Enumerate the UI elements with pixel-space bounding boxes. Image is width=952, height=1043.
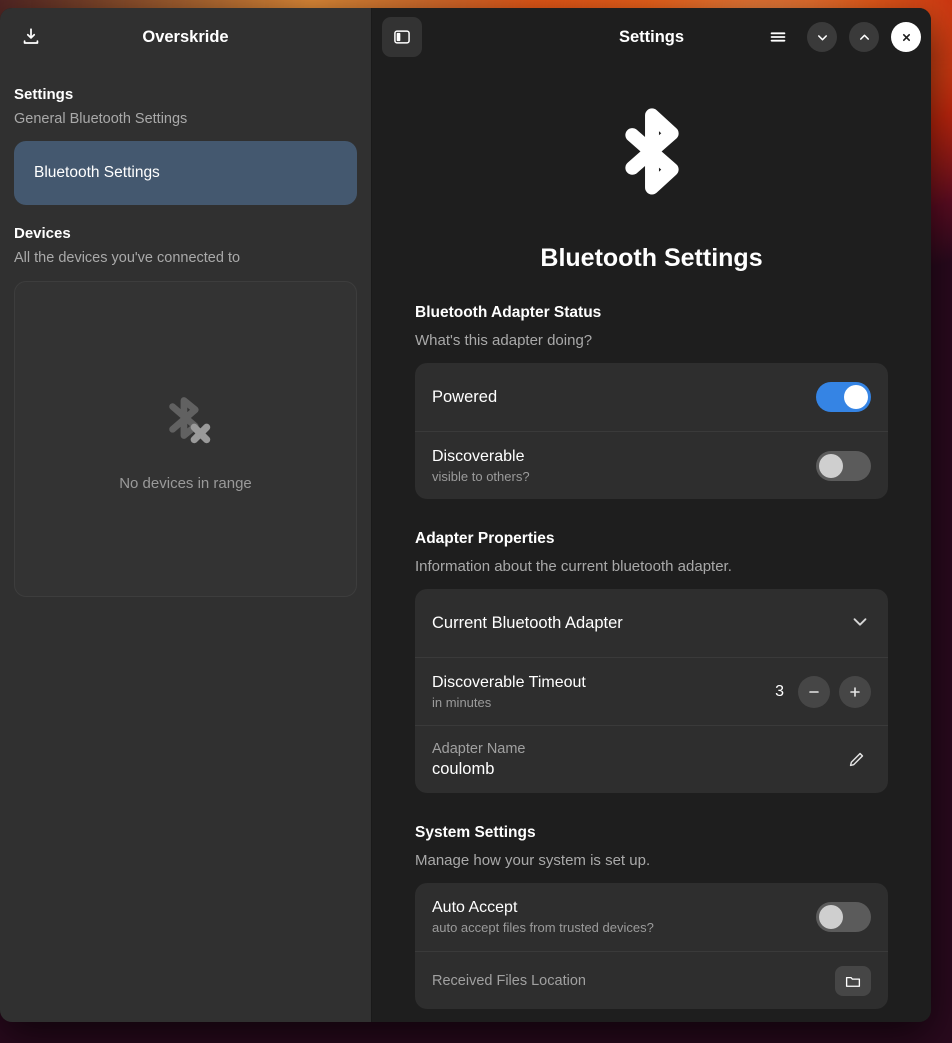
row-adapter-name-label: Adapter Name	[432, 740, 526, 757]
section-subtitle: Information about the current bluetooth …	[415, 558, 732, 575]
section-title: Adapter Properties	[415, 530, 555, 547]
chevron-down-icon[interactable]	[807, 22, 837, 52]
download-icon[interactable]	[14, 20, 48, 54]
sidebar-app-title: Overskride	[142, 27, 229, 46]
row-received-files-location[interactable]: Received Files Location	[415, 951, 888, 1009]
section-title: System Settings	[415, 824, 536, 841]
chevron-up-icon[interactable]	[849, 22, 879, 52]
devices-empty-text: No devices in range	[119, 475, 252, 492]
close-icon[interactable]	[891, 22, 921, 52]
auto-accept-toggle[interactable]	[816, 902, 871, 932]
sidebar-group-settings-title: Settings	[14, 86, 74, 103]
section-system-settings: System Settings Manage how your system i…	[415, 824, 888, 1009]
row-received-files-label: Received Files Location	[432, 972, 586, 989]
sidebar-item-label: Bluetooth Settings	[34, 164, 160, 181]
sidebar-header: Overskride	[0, 8, 371, 66]
row-auto-accept[interactable]: Auto Accept auto accept files from trust…	[415, 883, 888, 951]
discoverable-toggle[interactable]	[816, 450, 871, 481]
pencil-icon[interactable]	[841, 745, 871, 775]
bluetooth-icon	[597, 99, 707, 222]
section-adapter-status: Bluetooth Adapter Status What's this ada…	[415, 304, 888, 499]
page-title: Bluetooth Settings	[540, 244, 763, 272]
row-discoverable-timeout[interactable]: Discoverable Timeout in minutes 3	[415, 657, 888, 725]
adapter-name-value: coulomb	[432, 759, 495, 778]
row-current-adapter-label: Current Bluetooth Adapter	[432, 613, 623, 632]
timeout-value: 3	[775, 682, 784, 700]
devices-empty-panel: No devices in range	[14, 281, 357, 597]
sidebar-item-bluetooth-settings[interactable]: Bluetooth Settings	[14, 141, 357, 205]
system-settings-card: Auto Accept auto accept files from trust…	[415, 883, 888, 1009]
content-header: Settings	[372, 8, 931, 66]
overskride-window: Overskride Settings General Bluetooth Se…	[0, 8, 931, 1022]
row-discoverable-sub: visible to others?	[432, 468, 530, 484]
section-subtitle: What's this adapter doing?	[415, 332, 593, 349]
timeout-decrement-button[interactable]	[798, 675, 830, 708]
timeout-stepper	[798, 675, 871, 708]
row-discoverable[interactable]: Discoverable visible to others?	[415, 431, 888, 499]
row-adapter-name[interactable]: Adapter Name coulomb	[415, 725, 888, 793]
chevron-down-icon[interactable]	[849, 610, 871, 637]
row-auto-accept-label: Auto Accept	[432, 899, 518, 916]
adapter-status-card: Powered Discoverable visible to others?	[415, 363, 888, 499]
folder-icon[interactable]	[835, 965, 871, 996]
row-current-adapter[interactable]: Current Bluetooth Adapter	[415, 589, 888, 657]
window-controls	[761, 20, 921, 54]
sidebar: Overskride Settings General Bluetooth Se…	[0, 8, 372, 1022]
bluetooth-disabled-icon	[153, 386, 219, 457]
section-title: Bluetooth Adapter Status	[415, 304, 602, 321]
sidebar-body: Settings General Bluetooth Settings Blue…	[0, 66, 371, 1022]
row-auto-accept-sub: auto accept files from trusted devices?	[432, 920, 654, 935]
settings-scroll-area[interactable]: Bluetooth Settings Bluetooth Adapter Sta…	[372, 66, 931, 1022]
sidebar-toggle-icon[interactable]	[382, 17, 422, 57]
section-adapter-properties: Adapter Properties Information about the…	[415, 530, 888, 793]
row-timeout-sub: in minutes	[432, 694, 492, 710]
hamburger-menu-icon[interactable]	[761, 20, 795, 54]
bluetooth-hero: Bluetooth Settings	[415, 66, 888, 273]
adapter-properties-card: Current Bluetooth Adapter Discoverable T…	[415, 589, 888, 793]
timeout-increment-button[interactable]	[839, 675, 871, 708]
sidebar-group-devices-title: Devices	[14, 225, 71, 242]
section-subtitle: Manage how your system is set up.	[415, 852, 651, 869]
row-timeout-label: Discoverable Timeout	[432, 673, 586, 691]
sidebar-group-devices-subtitle: All the devices you've connected to	[14, 250, 241, 266]
row-powered[interactable]: Powered	[415, 363, 888, 431]
sidebar-group-settings-subtitle: General Bluetooth Settings	[14, 111, 188, 127]
desktop-background: Overskride Settings General Bluetooth Se…	[0, 0, 952, 1043]
powered-toggle[interactable]	[816, 382, 871, 412]
row-discoverable-label: Discoverable	[432, 447, 525, 465]
row-powered-label: Powered	[432, 387, 498, 406]
content-pane: Settings Bluetooth Settings Bluetooth Ad…	[372, 8, 931, 1022]
